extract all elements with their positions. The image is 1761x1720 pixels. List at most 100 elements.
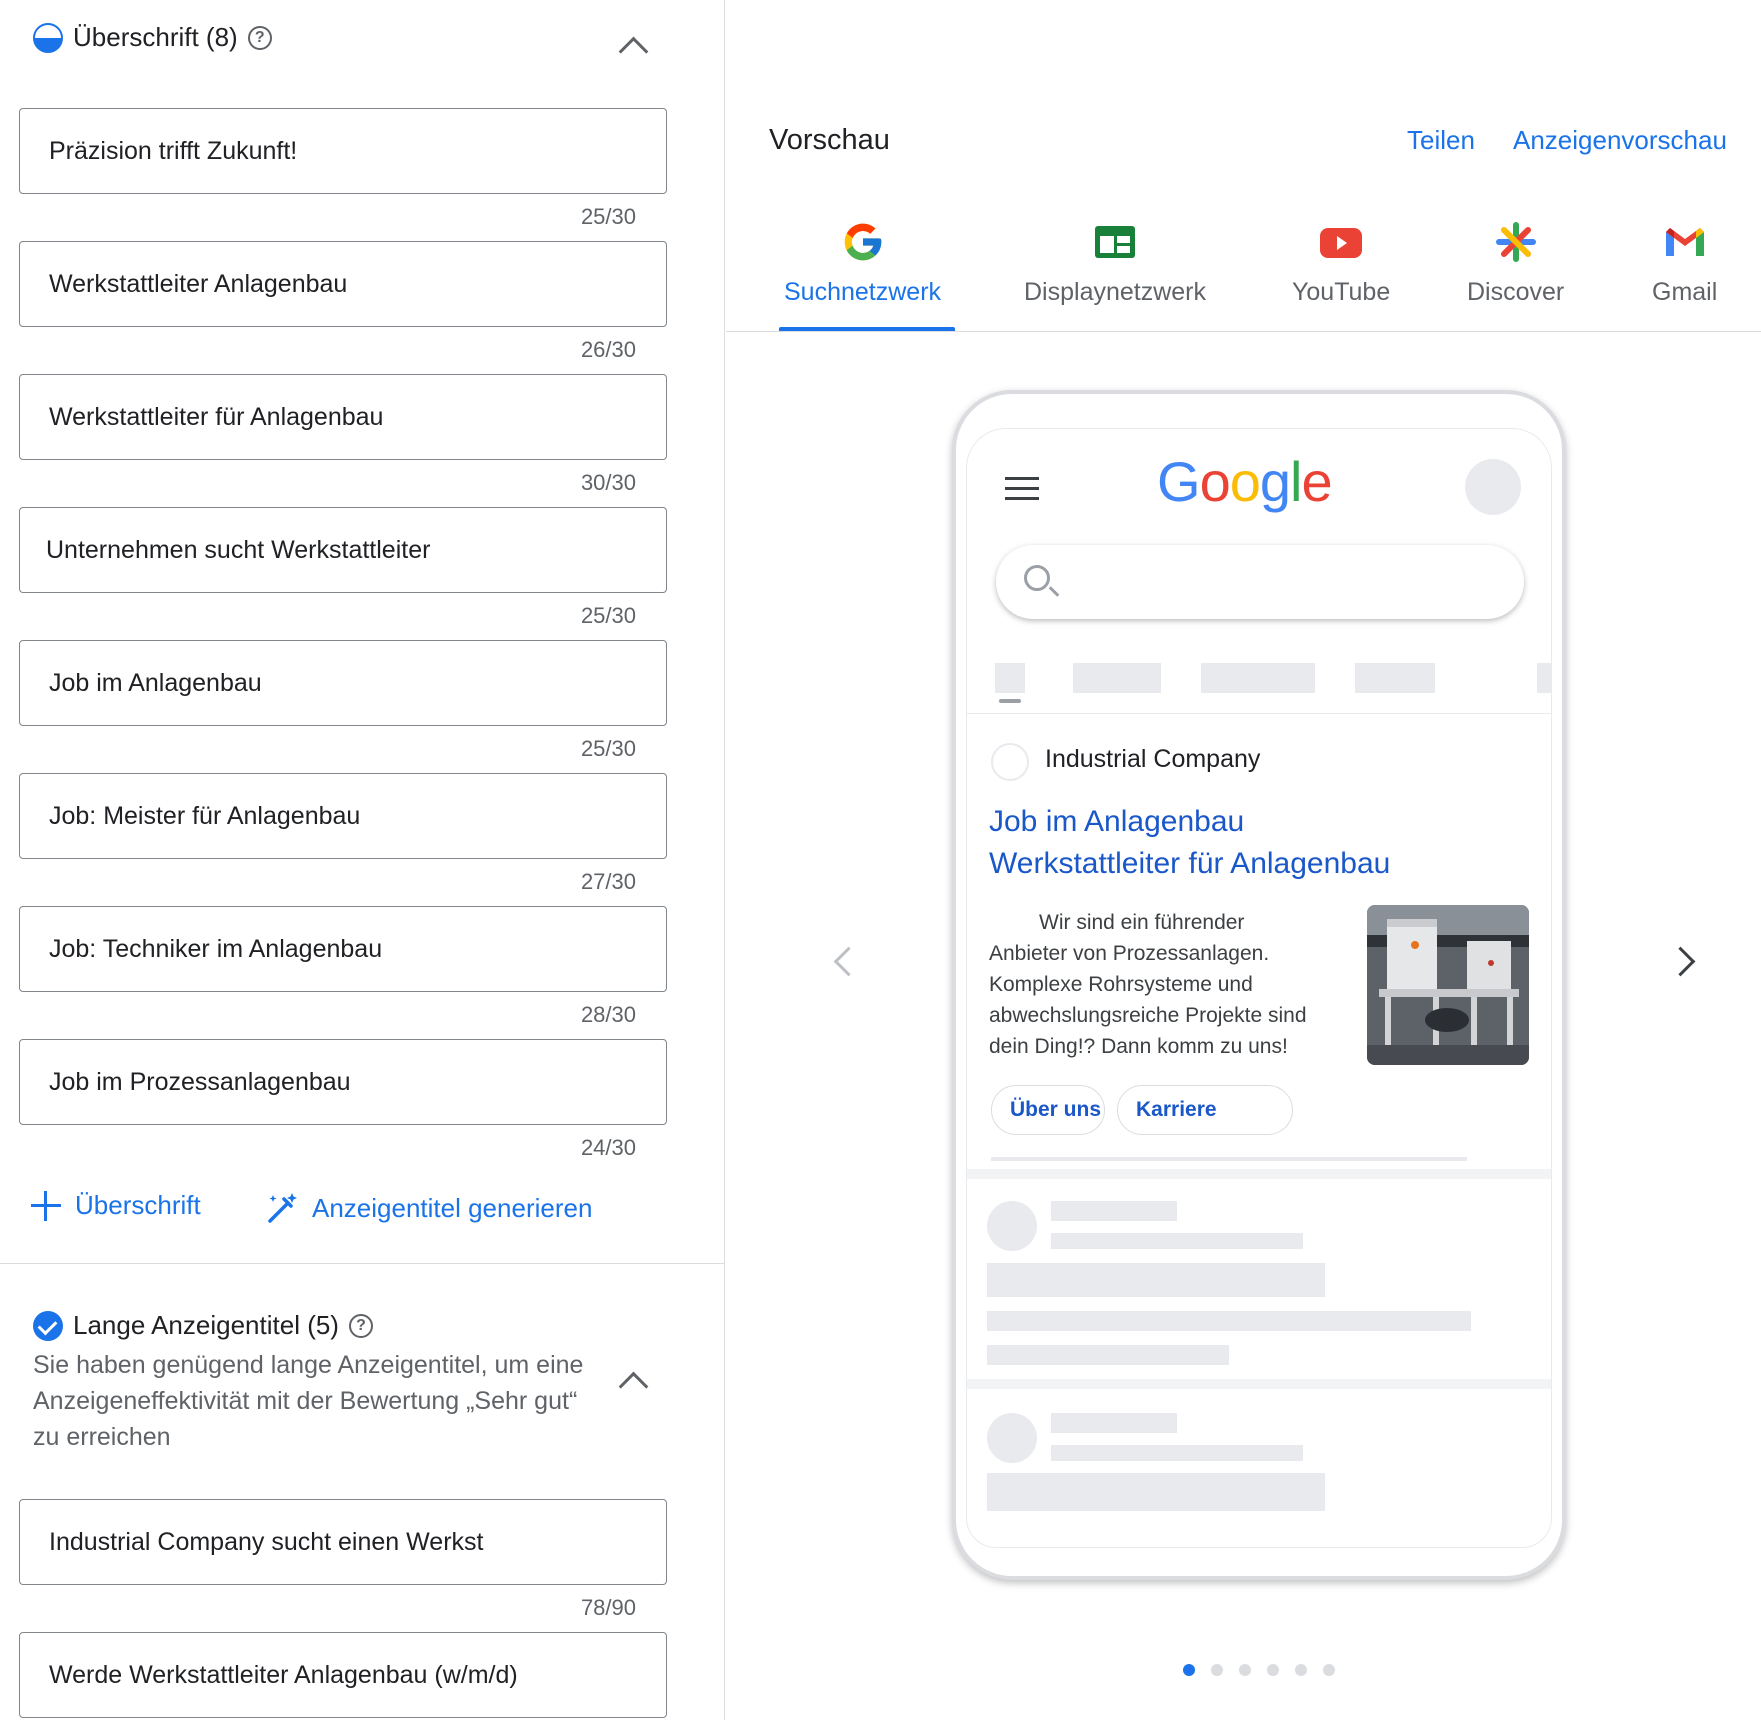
preview-panel: Vorschau Teilen Anzeigenvorschau Suchnet…	[726, 0, 1761, 1720]
advertiser-favicon	[991, 743, 1029, 781]
gmail-icon	[1665, 228, 1704, 256]
skeleton-avatar	[987, 1201, 1037, 1251]
char-counter: 25/30	[580, 204, 636, 229]
add-headline-button[interactable]: Überschrift	[31, 1190, 201, 1221]
headline-field-2[interactable]: Werkstattleiter Anlagenbau	[19, 241, 667, 327]
check-circle-icon	[33, 1310, 63, 1341]
tab-label: YouTube	[1292, 278, 1391, 306]
long-headlines-title: Lange Anzeigentitel (5)	[73, 1310, 339, 1340]
youtube-icon	[1320, 228, 1363, 258]
pager-dot[interactable]	[1295, 1664, 1307, 1676]
magic-wand-icon	[268, 1193, 297, 1223]
collapse-chevron-up-icon[interactable]	[619, 32, 645, 58]
pager-dot[interactable]	[1183, 1664, 1195, 1676]
skeleton-line	[991, 1157, 1467, 1161]
google-g-icon	[844, 223, 881, 261]
long-headline-field-1[interactable]: Industrial Company sucht einen Werkst	[19, 1499, 667, 1585]
skeleton-separator	[967, 1379, 1551, 1389]
sitelink-career[interactable]: Karriere	[1117, 1085, 1293, 1135]
google-logo: Google	[1157, 450, 1333, 513]
skeleton-chip	[1073, 663, 1161, 693]
phone-screen: Google Industrial Company Job im Anlagen…	[966, 428, 1552, 1548]
tab-label: Suchnetzwerk	[784, 278, 942, 306]
long-headline-field-2[interactable]: Werde Werkstattleiter Anlagenbau (w/m/d)	[19, 1632, 667, 1718]
help-icon[interactable]: ?	[247, 25, 272, 50]
hamburger-menu-icon	[1005, 477, 1039, 501]
skeleton-separator	[967, 1169, 1551, 1179]
tab-discover[interactable]: Discover	[1467, 220, 1564, 307]
phone-frame: Google Industrial Company Job im Anlagen…	[952, 390, 1566, 1580]
headline-field-4[interactable]: Unternehmen sucht Werkstattleiter	[19, 507, 667, 593]
tab-label: Displaynetzwerk	[1024, 278, 1207, 306]
char-counter: 78/90	[580, 1595, 636, 1620]
search-bar	[996, 545, 1524, 619]
pager-dot[interactable]	[1211, 1664, 1223, 1676]
pager-dot[interactable]	[1267, 1664, 1279, 1676]
skeleton-chip	[1355, 663, 1435, 693]
char-counter: 30/30	[580, 470, 636, 495]
search-icon	[1024, 565, 1050, 591]
skeleton-avatar	[987, 1413, 1037, 1463]
status-half-icon	[33, 22, 63, 53]
skeleton-line	[1051, 1413, 1177, 1433]
tab-label: Gmail	[1652, 278, 1718, 306]
skeleton-chip	[1537, 663, 1551, 693]
skeleton-line	[1051, 1201, 1177, 1221]
section-divider	[0, 1263, 725, 1264]
char-counter: 25/30	[580, 603, 636, 628]
skeleton-line	[1051, 1445, 1303, 1461]
skeleton-line	[987, 1345, 1229, 1365]
ad-headline-1: Job im Anlagenbau	[989, 805, 1245, 838]
char-counter: 28/30	[580, 1002, 636, 1027]
share-link[interactable]: Teilen	[1407, 125, 1475, 156]
sitelink-about-us[interactable]: Über uns	[991, 1085, 1105, 1135]
ad-image	[1367, 905, 1529, 1065]
tab-label: Discover	[1467, 278, 1565, 306]
headline-field-7[interactable]: Job: Techniker im Anlagenbau	[19, 906, 667, 992]
skeleton-indicator	[999, 699, 1021, 703]
headline-field-5[interactable]: Job im Anlagenbau	[19, 640, 667, 726]
asset-editor-panel: Überschrift (8) ? Präzision trifft Zukun…	[0, 0, 725, 1720]
divider	[967, 713, 1551, 714]
display-network-icon	[1095, 226, 1135, 258]
headlines-title: Überschrift (8)	[73, 22, 238, 52]
headline-field-6[interactable]: Job: Meister für Anlagenbau	[19, 773, 667, 859]
help-icon[interactable]: ?	[348, 1313, 373, 1338]
char-counter: 27/30	[580, 869, 636, 894]
generate-headlines-label: Anzeigentitel generieren	[312, 1192, 593, 1223]
skeleton-line	[987, 1473, 1325, 1511]
tab-gmail[interactable]: Gmail	[1652, 220, 1717, 307]
next-arrow-icon[interactable]	[1672, 948, 1696, 972]
generate-headlines-button[interactable]: Anzeigentitel generieren	[264, 1190, 592, 1226]
ad-headline-2: Werkstattleiter für Anlagenbau	[989, 847, 1391, 880]
tab-display-network[interactable]: Displaynetzwerk	[1024, 220, 1206, 307]
headlines-section-header[interactable]: Überschrift (8) ?	[33, 22, 272, 53]
ad-preview-link[interactable]: Anzeigenvorschau	[1513, 125, 1727, 156]
tab-youtube[interactable]: YouTube	[1292, 220, 1390, 307]
pager-dot[interactable]	[1239, 1664, 1251, 1676]
skeleton-chip	[995, 663, 1025, 693]
avatar	[1465, 459, 1521, 515]
add-headline-label: Überschrift	[75, 1190, 201, 1220]
tab-search-network[interactable]: Suchnetzwerk	[784, 220, 941, 307]
skeleton-line	[987, 1311, 1471, 1331]
tabs-divider	[726, 331, 1761, 332]
pager-dot[interactable]	[1323, 1664, 1335, 1676]
discover-asterisk-icon	[1495, 222, 1536, 262]
long-headlines-section-header[interactable]: Lange Anzeigentitel (5) ?	[33, 1310, 373, 1341]
previous-arrow-icon[interactable]	[832, 948, 856, 972]
headline-field-1[interactable]: Präzision trifft Zukunft!	[19, 108, 667, 194]
collapse-chevron-up-icon[interactable]	[619, 1367, 645, 1393]
skeleton-line	[1051, 1233, 1303, 1249]
headline-field-8[interactable]: Job im Prozessanlagenbau	[19, 1039, 667, 1125]
char-counter: 26/30	[580, 337, 636, 362]
preview-title: Vorschau	[769, 124, 890, 156]
carousel-pager	[1183, 1664, 1335, 1676]
advertiser-name: Industrial Company	[1045, 745, 1261, 773]
ad-headline[interactable]: Job im Anlagenbau Werkstattleiter für An…	[989, 801, 1390, 885]
long-headlines-description: Sie haben genügend lange Anzeigentitel, …	[33, 1351, 584, 1451]
char-counter: 25/30	[580, 736, 636, 761]
skeleton-line	[987, 1263, 1325, 1297]
char-counter: 24/30	[580, 1135, 636, 1160]
headline-field-3[interactable]: Werkstattleiter für Anlagenbau	[19, 374, 667, 460]
